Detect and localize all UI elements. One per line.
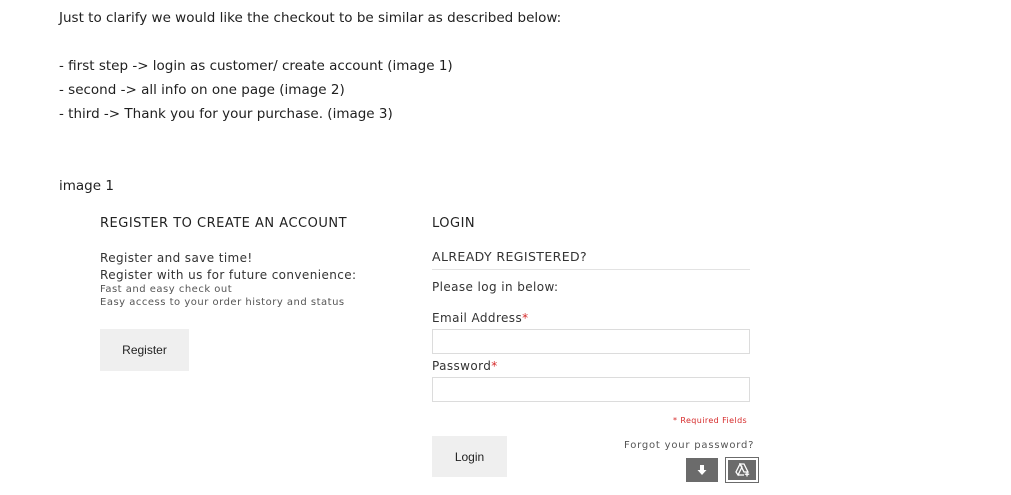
download-button[interactable]: [686, 458, 718, 482]
required-fields-note: * Required Fields: [673, 416, 748, 425]
add-to-drive-button[interactable]: [725, 457, 759, 483]
step-third: - third -> Thank you for your purchase. …: [59, 106, 393, 122]
step-first: - first step -> login as customer/ creat…: [59, 58, 453, 74]
download-icon: [697, 465, 707, 475]
email-label-text: Email Address: [432, 311, 523, 325]
password-label: Password*: [432, 359, 498, 373]
password-required-asterisk: *: [491, 359, 498, 373]
register-button[interactable]: Register: [100, 329, 189, 371]
password-field[interactable]: [432, 377, 750, 402]
login-button[interactable]: Login: [432, 436, 507, 477]
forgot-password-link[interactable]: Forgot your password?: [624, 440, 754, 451]
login-prompt: Please log in below:: [432, 280, 559, 294]
register-subtitle: Register and save time!: [100, 251, 253, 265]
email-label: Email Address*: [432, 311, 529, 325]
login-divider: [432, 269, 750, 270]
register-title: REGISTER TO CREATE AN ACCOUNT: [100, 216, 348, 231]
register-bullet-1: Fast and easy check out: [100, 284, 233, 295]
register-line: Register with us for future convenience:: [100, 268, 357, 282]
image-label: image 1: [59, 178, 114, 194]
password-label-text: Password: [432, 359, 492, 373]
email-required-asterisk: *: [522, 311, 529, 325]
register-bullet-2: Easy access to your order history and st…: [100, 297, 345, 308]
step-second: - second -> all info on one page (image …: [59, 82, 345, 98]
login-subtitle: ALREADY REGISTERED?: [432, 249, 588, 264]
intro-text: Just to clarify we would like the checko…: [59, 10, 562, 26]
email-field[interactable]: [432, 329, 750, 354]
add-to-drive-icon: [735, 463, 750, 477]
login-title: LOGIN: [432, 216, 476, 231]
